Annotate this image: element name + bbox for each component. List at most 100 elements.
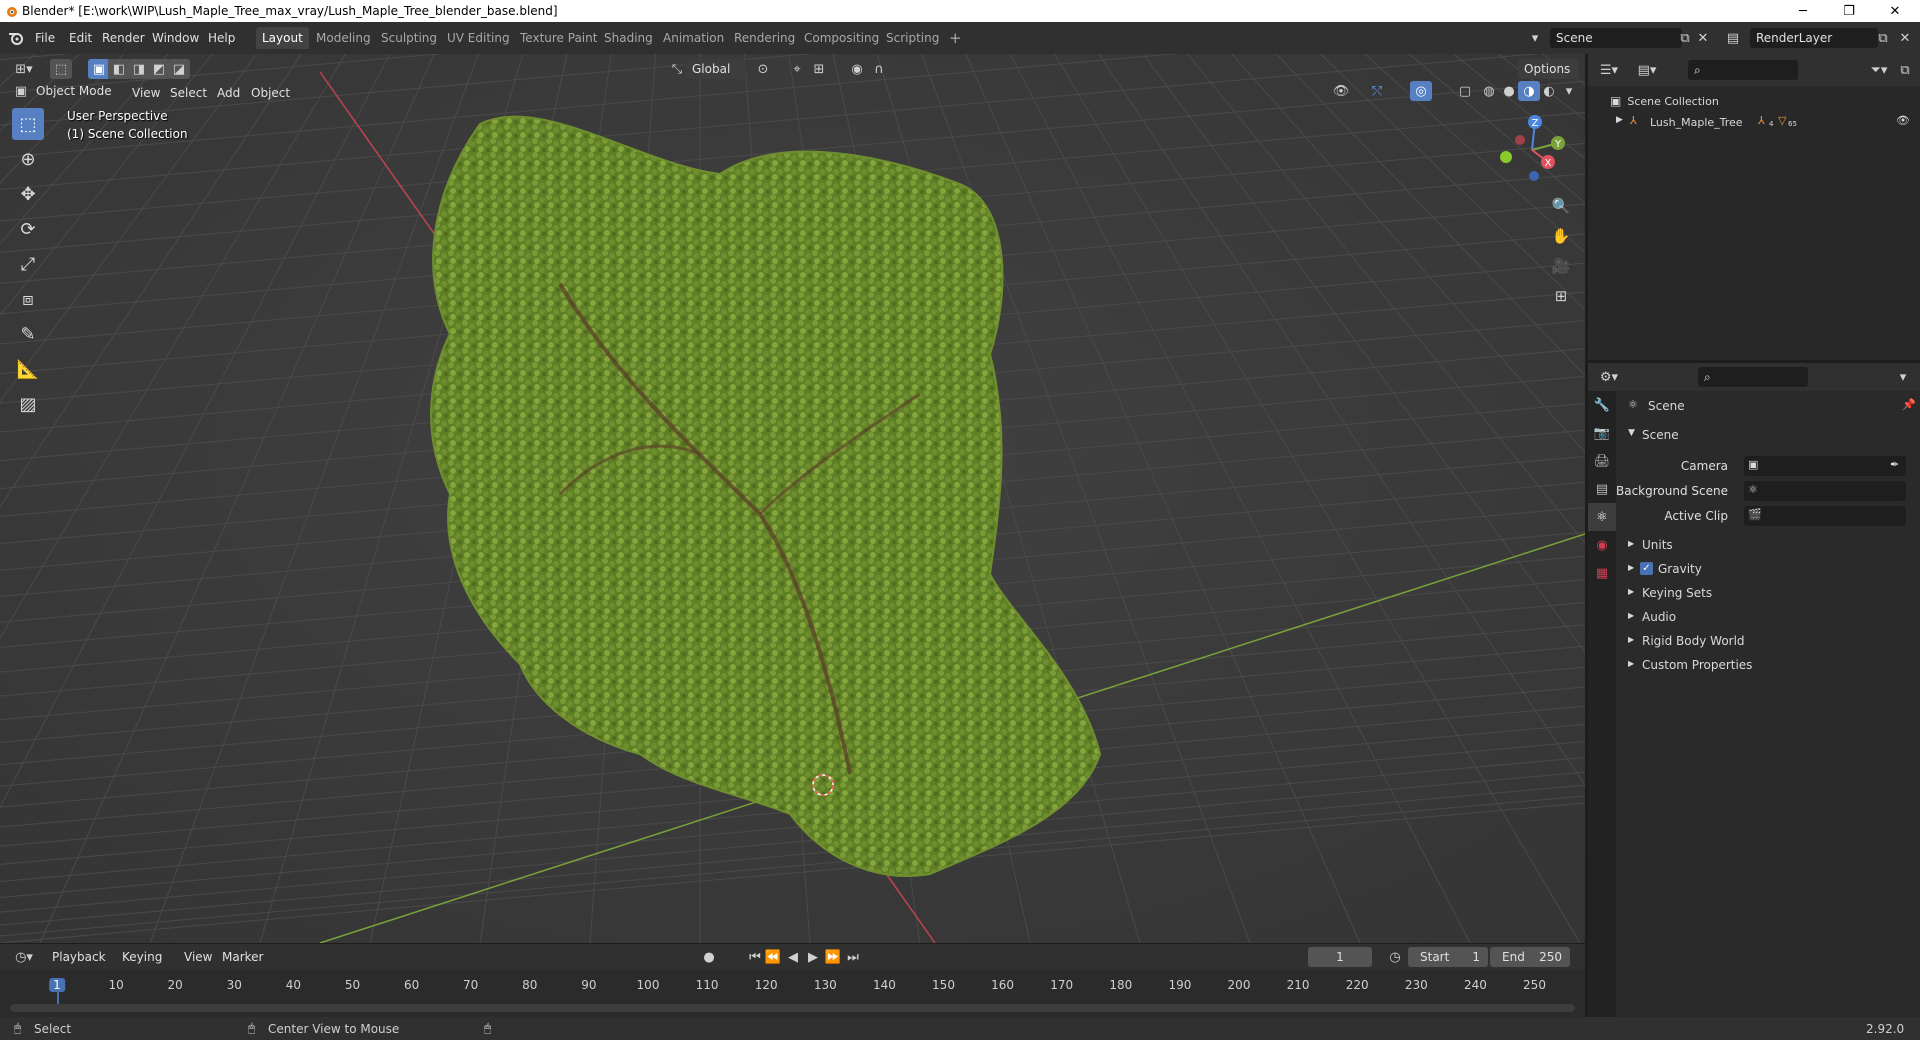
scene-collection-row[interactable]: ▣ Scene Collection <box>1610 94 1719 108</box>
material-shading-icon[interactable]: ◑ <box>1518 81 1540 101</box>
properties-editor-type-icon[interactable]: ⚙▾ <box>1594 367 1624 387</box>
mode-dropdown[interactable]: Object Mode <box>30 81 120 101</box>
tool-tab-icon[interactable]: 🔧 <box>1588 391 1616 419</box>
visibility-eye-icon[interactable]: 👁 <box>1896 114 1910 127</box>
select-tool-icon[interactable]: ⬚ <box>50 59 72 79</box>
transform-orientation-dropdown[interactable]: Global <box>686 59 746 79</box>
select-new-mode-icon[interactable]: ▣ <box>88 59 110 79</box>
view-layer-browse-icon[interactable]: ▤ <box>1722 28 1744 48</box>
texture-tab-icon[interactable]: ▦ <box>1588 559 1616 587</box>
gravity-panel-header[interactable]: ▶ ✓ Gravity <box>1622 559 1914 579</box>
measure-tool-icon[interactable]: 📐 <box>12 353 44 385</box>
xray-toggle-icon[interactable]: ▢ <box>1454 81 1476 101</box>
current-frame-marker[interactable]: 1 <box>49 978 65 992</box>
tab-scripting[interactable]: Scripting <box>880 27 945 49</box>
tab-uv-editing[interactable]: UV Editing <box>441 27 516 49</box>
solid-shading-icon[interactable]: ● <box>1498 81 1520 101</box>
rotate-tool-icon[interactable]: ⟳ <box>12 213 44 245</box>
eyedropper-icon[interactable]: ✒ <box>1890 458 1899 471</box>
add-workspace-button[interactable]: + <box>943 25 968 47</box>
close-button[interactable]: ✕ <box>1872 0 1918 22</box>
blender-menu-icon[interactable] <box>8 31 24 45</box>
add-cube-tool-icon[interactable]: ▨ <box>12 388 44 420</box>
tab-rendering[interactable]: Rendering <box>728 27 801 49</box>
select-invert-mode-icon[interactable]: ◩ <box>148 59 170 79</box>
delete-view-layer-icon[interactable]: ✕ <box>1894 28 1916 48</box>
tab-sculpting[interactable]: Sculpting <box>375 27 443 49</box>
tab-animation[interactable]: Animation <box>657 27 730 49</box>
scale-tool-icon[interactable]: ⤢ <box>12 248 44 280</box>
falloff-icon[interactable]: ∩ <box>868 59 890 79</box>
scene-name-field[interactable]: Scene <box>1550 28 1682 48</box>
viewport-menu-object[interactable]: Object <box>247 84 294 102</box>
ortho-toggle-icon[interactable]: ⊞ <box>1550 286 1572 306</box>
gizmo-toggle-icon[interactable]: ⤲ <box>1366 81 1388 101</box>
world-tab-icon[interactable]: ◉ <box>1588 531 1616 559</box>
wireframe-shading-icon[interactable]: ◍ <box>1478 81 1500 101</box>
camera-field[interactable]: ▣ ✒ <box>1744 456 1906 476</box>
pivot-point-icon[interactable]: ⊙ <box>752 59 774 79</box>
audio-panel-header[interactable]: ▶ Audio <box>1622 607 1914 627</box>
properties-options-icon[interactable]: ▾ <box>1892 367 1914 387</box>
snap-target-icon[interactable]: ⊞ <box>808 59 830 79</box>
display-mode-icon[interactable]: ▤▾ <box>1632 60 1662 80</box>
proportional-edit-icon[interactable]: ◉ <box>846 59 868 79</box>
viewport-menu-view[interactable]: View <box>128 84 164 102</box>
camera-view-icon[interactable]: 🎥 <box>1550 256 1572 276</box>
tab-shading[interactable]: Shading <box>598 27 659 49</box>
timeline-scrollbar[interactable] <box>10 1004 1575 1012</box>
units-panel-header[interactable]: ▶ Units <box>1622 535 1914 555</box>
pan-hand-icon[interactable]: ✋ <box>1550 226 1572 246</box>
background-scene-field[interactable]: ⚛ <box>1744 481 1906 501</box>
tab-compositing[interactable]: Compositing <box>798 27 885 49</box>
select-extend-mode-icon[interactable]: ◧ <box>108 59 130 79</box>
tab-texture-paint[interactable]: Texture Paint <box>514 27 603 49</box>
custom-properties-panel-header[interactable]: ▶ Custom Properties <box>1622 655 1914 675</box>
menu-render[interactable]: Render <box>98 29 149 47</box>
shading-options-icon[interactable]: ▾ <box>1558 81 1580 101</box>
pin-icon[interactable]: 📌 <box>1902 398 1916 411</box>
maximize-button[interactable]: ❐ <box>1826 0 1872 22</box>
minimize-button[interactable]: ─ <box>1780 0 1826 22</box>
view-layer-name-field[interactable]: RenderLayer <box>1750 28 1878 48</box>
menu-file[interactable]: File <box>31 29 59 47</box>
select-intersect-mode-icon[interactable]: ◪ <box>168 59 190 79</box>
select-subtract-mode-icon[interactable]: ◨ <box>128 59 150 79</box>
scene-section-header[interactable]: ▼ Scene <box>1622 425 1914 445</box>
scene-tab-icon[interactable]: ⚛ <box>1588 503 1616 531</box>
outliner-search-field[interactable]: ⌕ <box>1688 60 1798 80</box>
filter-icon[interactable]: ⏷▾ <box>1864 60 1894 80</box>
rigid-body-world-panel-header[interactable]: ▶ Rigid Body World <box>1622 631 1914 651</box>
transform-tool-icon[interactable]: ⧈ <box>12 283 44 315</box>
cursor-tool-icon[interactable]: ⊕ <box>12 143 44 175</box>
render-tab-icon[interactable]: 📷 <box>1588 419 1616 447</box>
gravity-checkbox[interactable]: ✓ <box>1640 562 1653 575</box>
new-collection-icon[interactable]: ⧉ <box>1894 60 1916 80</box>
viewport-menu-select[interactable]: Select <box>166 84 211 102</box>
output-tab-icon[interactable]: 🖨 <box>1588 447 1616 475</box>
object-mode-icon[interactable]: ▣ <box>10 81 32 101</box>
outliner-item-lush-maple-tree[interactable]: ▶ ⅄ Lush_Maple_Tree ⅄ 4 ▽ 65 👁 <box>1588 112 1920 132</box>
visibility-eye-icon[interactable]: 👁 <box>1330 81 1352 101</box>
expand-arrow-icon[interactable]: ▶ <box>1616 115 1623 125</box>
orientation-icon[interactable]: ⤡ <box>666 59 688 79</box>
rendered-shading-icon[interactable]: ◐ <box>1538 81 1560 101</box>
navigation-gizmo[interactable]: Z Y X <box>1490 110 1570 190</box>
zoom-icon[interactable]: 🔍 <box>1550 196 1572 216</box>
scene-browse-icon[interactable]: ▾ <box>1524 28 1546 48</box>
annotate-tool-icon[interactable]: ✎ <box>12 318 44 350</box>
tab-layout[interactable]: Layout <box>256 27 309 49</box>
keying-sets-panel-header[interactable]: ▶ Keying Sets <box>1622 583 1914 603</box>
active-clip-field[interactable]: 🎬 <box>1744 506 1906 526</box>
3d-viewport[interactable]: ⊞▾ ⬚ ▣ ◧ ◨ ◩ ◪ ⤡ Global ⊙ ⌖ ⊞ ◉ ∩ Option… <box>0 54 1585 943</box>
viewport-menu-add[interactable]: Add <box>213 84 244 102</box>
tab-modeling[interactable]: Modeling <box>310 27 377 49</box>
menu-edit[interactable]: Edit <box>65 29 96 47</box>
delete-scene-icon[interactable]: ✕ <box>1692 28 1714 48</box>
select-box-tool-icon[interactable]: ⬚ <box>12 108 44 140</box>
menu-window[interactable]: Window <box>148 29 203 47</box>
outliner-editor-type-icon[interactable]: ☰▾ <box>1594 60 1624 80</box>
overlays-toggle-icon[interactable]: ◎ <box>1410 81 1432 101</box>
move-tool-icon[interactable]: ✥ <box>12 178 44 210</box>
snap-toggle-icon[interactable]: ⌖ <box>786 59 808 79</box>
